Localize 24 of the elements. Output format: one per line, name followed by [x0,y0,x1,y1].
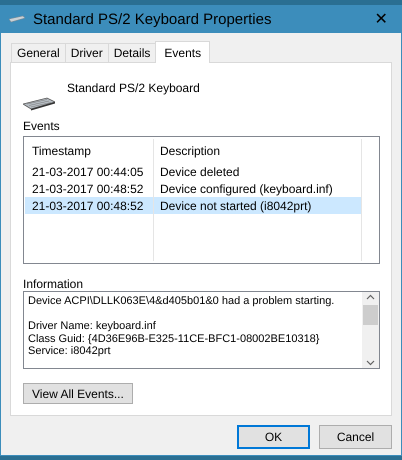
column-header[interactable]: Timestamp [25,139,153,163]
scroll-bar[interactable] [362,292,379,368]
information-text: Device ACPI\DLLK063E\4&d405b01&0 had a problem starting. [28,295,336,308]
events-label: Events [23,119,61,135]
table-cell[interactable]: Device deleted [153,163,361,180]
table-cell[interactable]: 21-03-2017 00:48:52 [25,180,153,197]
information-text: Driver Name: keyboard.inf Class Guid: {4D36E96B-E325-11CE-BFC1-08002BE10318} Service: i8042prt [28,320,320,358]
close-button[interactable]: ✕ [361,9,401,29]
column-header[interactable]: Description [153,139,361,163]
table-cell[interactable]: 21-03-2017 00:44:05 [25,163,153,180]
ok-button[interactable]: OK [237,425,310,449]
information-label: Information [23,277,84,291]
events-list[interactable]: Timestamp Description 21-03-2017 00:44:05 Device deleted 21-03-2017 00:48:52 Device configured (keyboard.inf) 21-03-2017 00:48:52 Device not started (i8042prt) [23,136,380,264]
table-cell[interactable]: Device not started (i8042prt) [153,197,361,214]
tab[interactable]: Events [155,41,210,63]
view-all-events-button[interactable]: View All Events... [23,383,133,404]
scroll-thumb[interactable] [363,305,378,325]
table-cell[interactable]: Device configured (keyboard.inf) [153,180,361,197]
cancel-button[interactable]: Cancel [319,425,392,449]
table-cell[interactable]: 21-03-2017 00:48:52 [25,197,153,214]
device-name: Standard PS/2 Keyboard [67,81,200,97]
keyboard-icon [9,15,25,23]
window-title: Standard PS/2 Keyboard Properties [33,10,272,28]
tab[interactable]: General [11,43,66,62]
